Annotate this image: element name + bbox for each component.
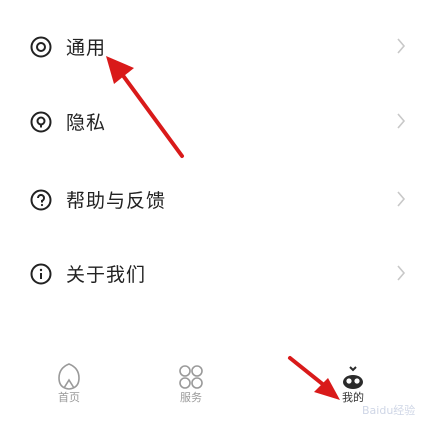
menu-item-label: 帮助与反馈 [66, 190, 167, 212]
chevron-right-icon [397, 38, 406, 54]
menu-item-about-us[interactable]: 关于我们 [0, 260, 441, 290]
menu-item-label: 通用 [66, 37, 107, 59]
tab-mine[interactable]: 我的 [330, 362, 376, 404]
grid-services-icon [179, 365, 203, 389]
tab-label: 首页 [58, 391, 80, 404]
watermark: Baidu经验 [362, 404, 416, 417]
help-question-icon [30, 189, 52, 211]
annotation-arrow-up [106, 56, 184, 158]
menu-item-label: 隐私 [66, 112, 107, 134]
home-icon [58, 363, 80, 390]
settings-gear-icon [30, 36, 52, 58]
info-icon [30, 263, 52, 285]
menu-item-privacy[interactable]: 隐私 [0, 108, 441, 138]
profile-icon [343, 366, 363, 389]
tab-label: 服务 [180, 391, 202, 404]
chevron-right-icon [397, 265, 406, 281]
tab-home[interactable]: 首页 [46, 362, 92, 404]
chevron-right-icon [397, 113, 406, 129]
menu-item-label: 关于我们 [66, 264, 147, 286]
privacy-shield-icon [30, 111, 52, 133]
menu-item-general[interactable]: 通用 [0, 33, 441, 63]
chevron-right-icon [397, 191, 406, 207]
menu-item-help-feedback[interactable]: 帮助与反馈 [0, 186, 441, 216]
tab-services[interactable]: 服务 [168, 362, 214, 404]
